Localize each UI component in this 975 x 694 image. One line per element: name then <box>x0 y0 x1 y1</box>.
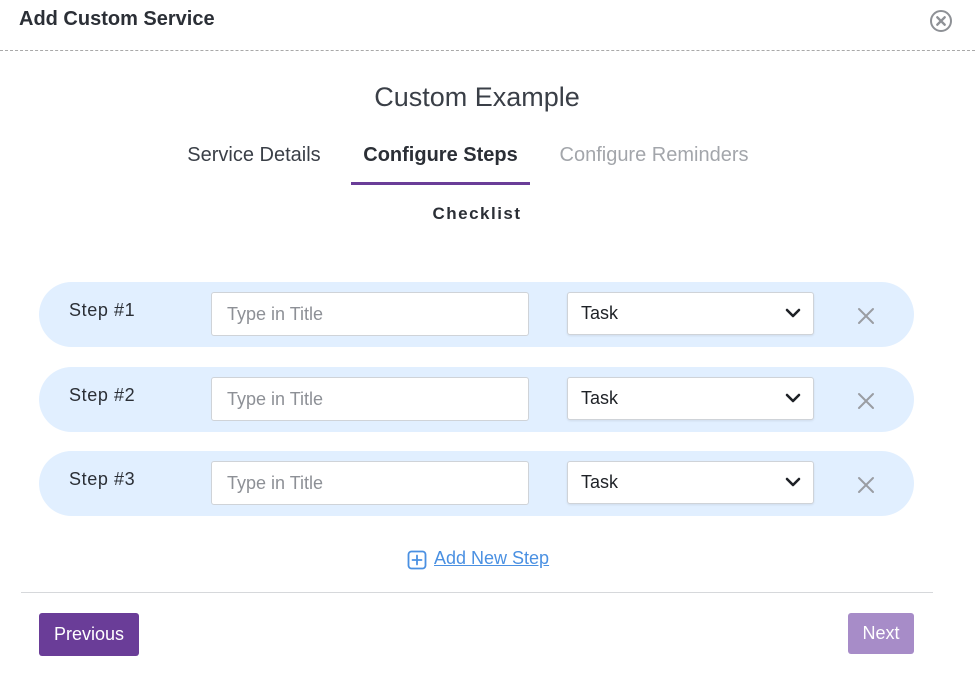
remove-step-button[interactable] <box>855 390 877 412</box>
chevron-down-icon <box>785 477 801 487</box>
step-type-value: Task <box>581 303 619 323</box>
x-icon <box>858 393 874 409</box>
step-row: Step #3 Task <box>39 451 914 516</box>
tab-service-details[interactable]: Service Details <box>187 140 321 184</box>
x-icon <box>858 477 874 493</box>
step-title-input[interactable] <box>211 461 529 505</box>
step-type-value: Task <box>581 388 619 408</box>
step-row: Step #2 Task <box>39 367 914 432</box>
close-circle-icon <box>930 10 952 32</box>
plus-square-icon <box>407 550 427 570</box>
step-type-select[interactable]: Task <box>567 377 814 420</box>
step-type-select[interactable]: Task <box>567 461 814 504</box>
chevron-down-icon <box>785 393 801 403</box>
add-custom-service-modal: Add Custom Service Custom Example Servic… <box>0 0 975 694</box>
step-type-select[interactable]: Task <box>567 292 814 335</box>
step-label: Step #3 <box>69 469 136 489</box>
close-button[interactable] <box>929 9 953 33</box>
remove-step-button[interactable] <box>855 305 877 327</box>
remove-step-button[interactable] <box>855 474 877 496</box>
step-label: Step #2 <box>69 385 136 405</box>
tab-configure-steps[interactable]: Configure Steps <box>351 140 530 185</box>
tab-configure-reminders[interactable]: Configure Reminders <box>559 140 749 184</box>
previous-button[interactable]: Previous <box>39 613 139 656</box>
step-title-input[interactable] <box>211 377 529 421</box>
wizard-tabs: Service Details Configure Steps Configur… <box>0 140 975 186</box>
step-label: Step #1 <box>69 300 136 320</box>
footer-divider <box>21 592 933 593</box>
modal-header: Add Custom Service <box>0 0 975 51</box>
chevron-down-icon <box>785 308 801 318</box>
x-icon <box>858 308 874 324</box>
step-title-input[interactable] <box>211 292 529 336</box>
add-new-step-label: Add New Step <box>434 548 550 568</box>
checklist-heading: Checklist <box>432 204 522 223</box>
service-name: Custom Example <box>374 82 580 112</box>
step-row: Step #1 Task <box>39 282 914 347</box>
step-type-value: Task <box>581 472 619 492</box>
next-button[interactable]: Next <box>848 613 914 654</box>
modal-title: Add Custom Service <box>19 8 215 30</box>
